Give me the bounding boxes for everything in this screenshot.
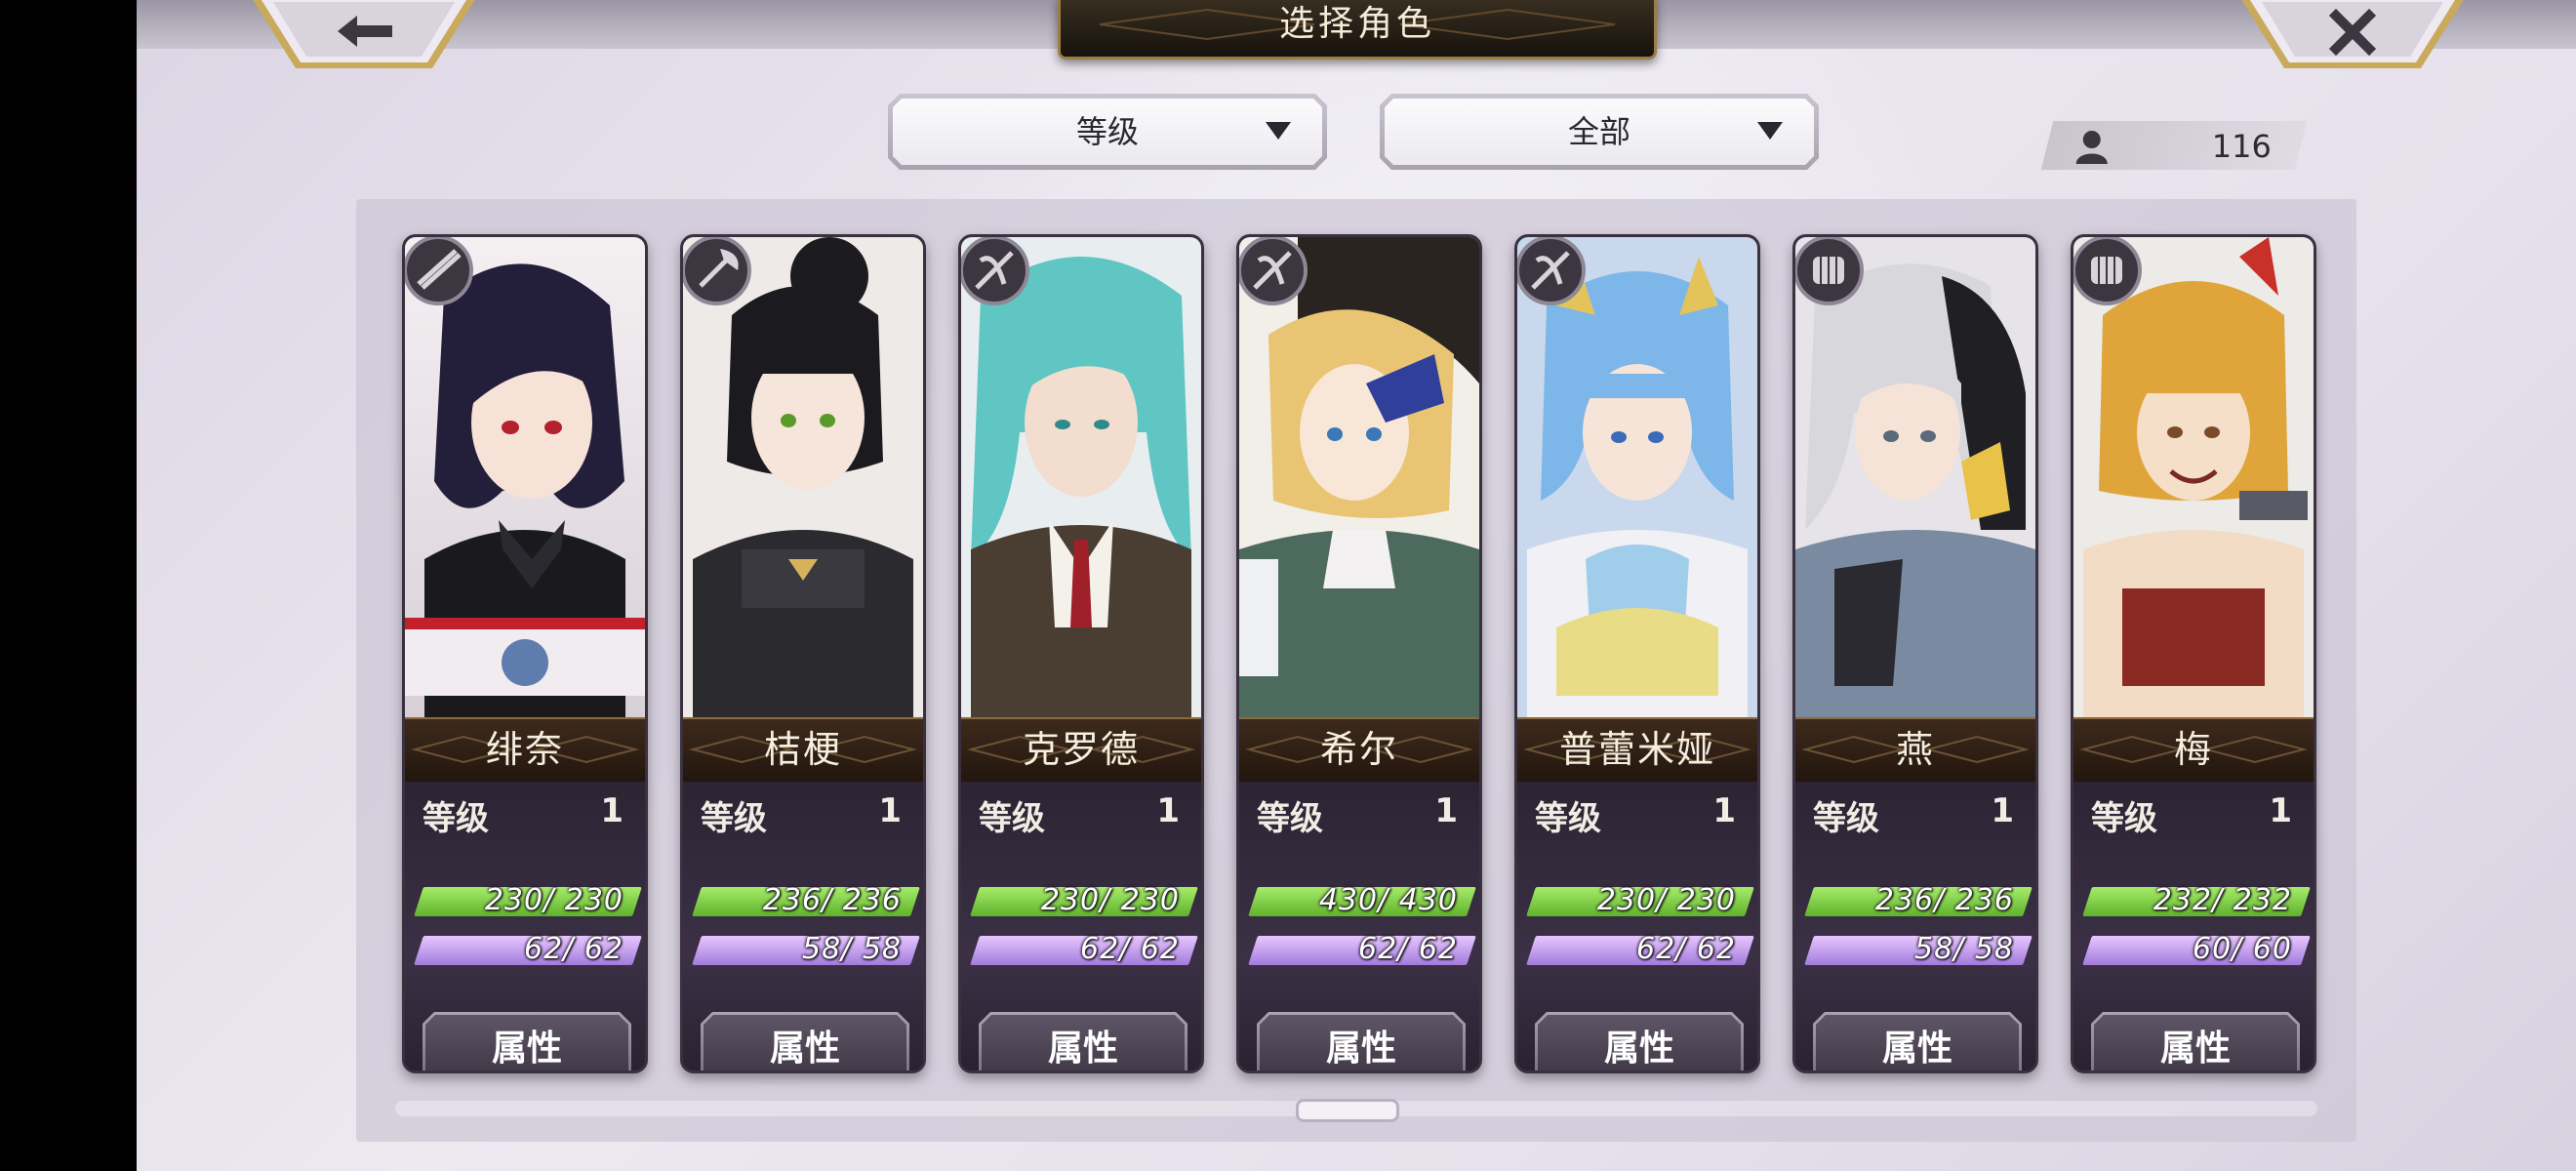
roster-count: 116 — [2211, 128, 2272, 165]
level-label: 等级 — [979, 799, 1045, 838]
close-button[interactable] — [2240, 0, 2465, 72]
level-label: 等级 — [1535, 799, 1601, 838]
fist-icon — [2073, 237, 2142, 305]
attributes-button[interactable]: 属性 — [423, 1012, 631, 1073]
attributes-button[interactable]: 属性 — [1535, 1012, 1744, 1073]
character-name: 普蕾米娅 — [1558, 728, 1715, 771]
page-title: 选择角色 — [1278, 4, 1435, 44]
attributes-button-label: 属性 — [704, 1015, 906, 1073]
horizontal-scrollbar-thumb[interactable] — [1296, 1099, 1399, 1122]
level-label: 等级 — [2091, 799, 2157, 838]
category-dropdown-label: 全部 — [1567, 113, 1630, 150]
fist-icon — [1795, 237, 1864, 305]
back-button[interactable] — [252, 0, 476, 72]
character-card[interactable]: 普蕾米娅 等级 1 230/ 230 62/ 62 属性 — [1514, 234, 1760, 1073]
character-stats: 等级 1 230/ 230 62/ 62 属性 — [1517, 782, 1757, 1073]
character-name: 梅 — [2173, 728, 2213, 771]
name-bar: 希尔 — [1239, 717, 1479, 784]
character-stats: 等级 1 236/ 236 58/ 58 属性 — [1795, 782, 2035, 1073]
character-card[interactable]: 桔梗 等级 1 236/ 236 58/ 58 属性 — [680, 234, 926, 1073]
character-card[interactable]: 希尔 等级 1 430/ 430 62/ 62 属性 — [1236, 234, 1482, 1073]
level-value: 1 — [2269, 791, 2292, 830]
attributes-button-label: 属性 — [982, 1015, 1185, 1073]
character-select-screen: 选择角色 等级 全部 116 绯奈 等级 1 230/ 230 62/ 62 属… — [137, 0, 2576, 1171]
level-label: 等级 — [1813, 799, 1879, 838]
character-card[interactable]: 克罗德 等级 1 230/ 230 62/ 62 属性 — [958, 234, 1204, 1073]
katana-icon — [405, 237, 473, 305]
name-bar: 梅 — [2073, 717, 2314, 784]
hp-text: 230/ 230 — [1596, 883, 1736, 917]
character-stats: 等级 1 230/ 230 62/ 62 属性 — [961, 782, 1201, 1073]
character-name: 希尔 — [1319, 728, 1398, 771]
sort-dropdown-label: 等级 — [1075, 113, 1139, 150]
name-bar: 绯奈 — [405, 717, 645, 784]
level-value: 1 — [1991, 791, 2014, 830]
attributes-button-label: 属性 — [2094, 1015, 2297, 1073]
attributes-button[interactable]: 属性 — [1257, 1012, 1466, 1073]
attributes-button-label: 属性 — [1260, 1015, 1463, 1073]
level-value: 1 — [1434, 791, 1458, 830]
hp-text: 230/ 230 — [1040, 883, 1180, 917]
hp-text: 430/ 430 — [1318, 883, 1458, 917]
mp-text: 58/ 58 — [1914, 932, 2014, 966]
back-arrow-icon — [253, 0, 475, 68]
character-name: 燕 — [1895, 728, 1935, 771]
hp-text: 232/ 232 — [2153, 883, 2292, 917]
caret-down-icon — [1757, 122, 1783, 141]
attributes-button[interactable]: 属性 — [1813, 1012, 2022, 1073]
name-bar: 燕 — [1795, 717, 2035, 784]
hp-text: 236/ 236 — [762, 883, 902, 917]
level-value: 1 — [1712, 791, 1736, 830]
mp-text: 62/ 62 — [1636, 932, 1736, 966]
crossbow-icon — [961, 237, 1029, 305]
mp-text: 60/ 60 — [2193, 932, 2292, 966]
character-name: 桔梗 — [763, 728, 842, 771]
title-plate: 选择角色 — [1058, 0, 1657, 60]
hp-text: 230/ 230 — [484, 883, 624, 917]
roster-count-badge: 116 — [2040, 121, 2308, 170]
category-dropdown[interactable]: 全部 — [1380, 94, 1819, 170]
mp-text: 62/ 62 — [1080, 932, 1180, 966]
attributes-button-label: 属性 — [1538, 1015, 1741, 1073]
caret-down-icon — [1266, 122, 1291, 141]
character-stats: 等级 1 236/ 236 58/ 58 属性 — [683, 782, 923, 1073]
mp-text: 62/ 62 — [1358, 932, 1458, 966]
character-card[interactable]: 梅 等级 1 232/ 232 60/ 60 属性 — [2071, 234, 2316, 1073]
character-name: 克罗德 — [1022, 728, 1140, 771]
level-value: 1 — [878, 791, 902, 830]
mp-text: 58/ 58 — [802, 932, 902, 966]
level-label: 等级 — [701, 799, 767, 838]
attributes-button-label: 属性 — [425, 1015, 628, 1073]
close-icon — [2241, 0, 2464, 68]
mp-text: 62/ 62 — [524, 932, 624, 966]
character-stats: 等级 1 430/ 430 62/ 62 属性 — [1239, 782, 1479, 1073]
level-value: 1 — [600, 791, 624, 830]
character-card[interactable]: 绯奈 等级 1 230/ 230 62/ 62 属性 — [402, 234, 648, 1073]
character-card[interactable]: 燕 等级 1 236/ 236 58/ 58 属性 — [1792, 234, 2038, 1073]
character-name: 绯奈 — [485, 728, 564, 771]
attributes-button[interactable]: 属性 — [979, 1012, 1187, 1073]
crossbow-icon — [1239, 237, 1308, 305]
level-label: 等级 — [423, 799, 489, 838]
character-stats: 等级 1 230/ 230 62/ 62 属性 — [405, 782, 645, 1073]
hp-text: 236/ 236 — [1874, 883, 2014, 917]
name-bar: 普蕾米娅 — [1517, 717, 1757, 784]
person-icon — [2075, 131, 2108, 164]
axe-icon — [683, 237, 751, 305]
name-bar: 克罗德 — [961, 717, 1201, 784]
name-bar: 桔梗 — [683, 717, 923, 784]
attributes-button[interactable]: 属性 — [2091, 1012, 2300, 1073]
attributes-button-label: 属性 — [1816, 1015, 2019, 1073]
level-label: 等级 — [1257, 799, 1323, 838]
sort-dropdown[interactable]: 等级 — [888, 94, 1327, 170]
crossbow-icon — [1517, 237, 1586, 305]
character-stats: 等级 1 232/ 232 60/ 60 属性 — [2073, 782, 2314, 1073]
level-value: 1 — [1156, 791, 1180, 830]
attributes-button[interactable]: 属性 — [701, 1012, 909, 1073]
